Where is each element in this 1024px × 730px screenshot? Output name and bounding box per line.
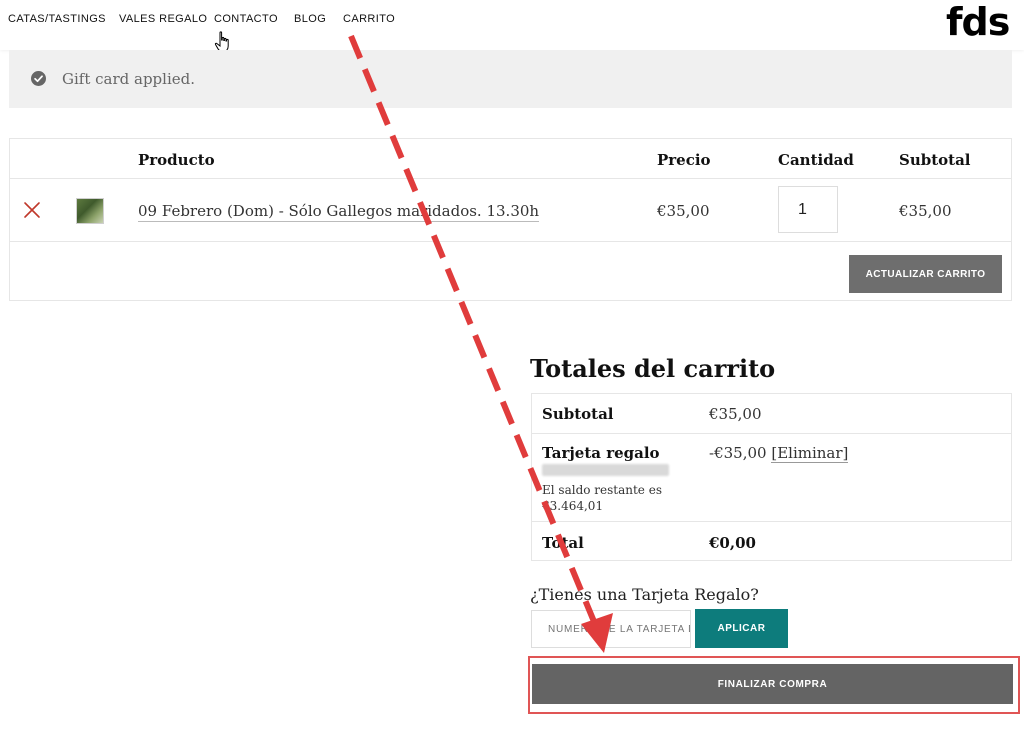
nav-item-blog[interactable]: BLOG — [294, 13, 326, 25]
divider — [10, 241, 1011, 242]
gift-card-code-redacted — [542, 464, 669, 476]
balance-line-1: El saldo restante es — [542, 483, 662, 497]
cart-totals-title: Totales del carrito — [530, 354, 776, 383]
annotation-arrow — [348, 34, 613, 653]
check-circle-icon — [31, 71, 46, 86]
item-price: €35,00 — [657, 202, 710, 220]
subtotal-value: €35,00 — [709, 405, 762, 423]
gift-card-number-input[interactable] — [531, 610, 691, 648]
subtotal-label: Subtotal — [542, 405, 614, 423]
apply-gift-card-button[interactable]: APLICAR — [695, 609, 788, 648]
gift-card-amount: -€35,00 — [709, 444, 767, 462]
total-value: €0,00 — [709, 534, 756, 552]
update-cart-button[interactable]: ACTUALIZAR CARRITO — [849, 255, 1002, 293]
nav-item-carrito[interactable]: CARRITO — [343, 13, 395, 25]
cart-table: Producto Precio Cantidad Subtotal 09 Feb… — [9, 138, 1012, 301]
header-quantity: Cantidad — [778, 151, 854, 169]
gift-card-question: ¿Tienes una Tarjeta Regalo? — [530, 585, 759, 604]
item-subtotal: €35,00 — [899, 202, 952, 220]
divider — [532, 521, 1011, 522]
remove-item-icon[interactable] — [23, 201, 41, 219]
balance-line-2: €3.464,01 — [542, 499, 604, 513]
checkout-button[interactable]: FINALIZAR COMPRA — [532, 664, 1013, 704]
nav-item-catas[interactable]: CATAS/TASTINGS — [8, 13, 106, 25]
header-product: Producto — [138, 151, 215, 169]
top-nav: CATAS/TASTINGS VALES REGALO CONTACTO BLO… — [0, 0, 1024, 50]
gift-card-label: Tarjeta regalo — [542, 444, 660, 462]
quantity-input[interactable] — [778, 186, 838, 233]
header-subtotal: Subtotal — [899, 151, 971, 169]
product-thumbnail[interactable] — [76, 198, 104, 224]
divider — [532, 433, 1011, 434]
total-label: Total — [542, 534, 584, 552]
gift-card-notice: Gift card applied. — [9, 50, 1012, 108]
product-link[interactable]: 09 Febrero (Dom) - Sólo Gallegos maridad… — [138, 202, 540, 222]
notice-text: Gift card applied. — [62, 70, 196, 88]
site-logo[interactable]: fds — [946, 0, 1010, 44]
nav-item-vales-regalo[interactable]: VALES REGALO — [119, 13, 207, 25]
nav-item-contacto[interactable]: CONTACTO — [214, 13, 278, 25]
gift-card-value: -€35,00 [Eliminar] — [709, 444, 849, 463]
divider — [10, 178, 1011, 179]
header-price: Precio — [657, 151, 711, 169]
remove-gift-card-link[interactable]: [Eliminar] — [771, 444, 849, 463]
cart-totals-table: Subtotal €35,00 Tarjeta regalo El saldo … — [531, 393, 1012, 561]
